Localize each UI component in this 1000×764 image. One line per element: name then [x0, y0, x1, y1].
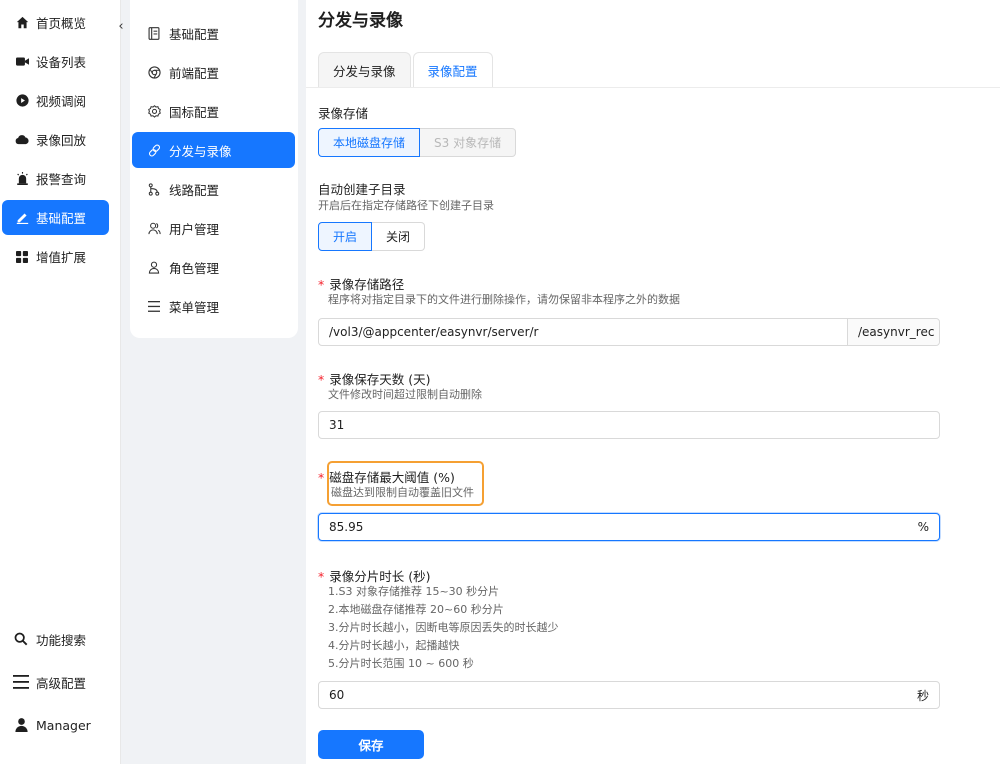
tabs-divider	[306, 87, 1000, 88]
tabs: 分发与录像 录像配置	[318, 52, 495, 88]
alarm-icon	[15, 172, 29, 186]
nav-item-label: 增值扩展	[36, 250, 87, 265]
nav-item-basic-config[interactable]: 基础配置	[2, 200, 109, 235]
required-mark: *	[318, 372, 325, 387]
nav-item-alarm[interactable]: 报警查询	[2, 161, 109, 196]
threshold-input[interactable]: 85.95 %	[318, 513, 940, 541]
auto-subdir-on[interactable]: 开启	[318, 222, 373, 251]
required-mark: *	[318, 569, 325, 584]
save-button[interactable]: 保存	[318, 730, 424, 759]
submenu-item-label: 基础配置	[169, 26, 220, 42]
nav-item-label: 高级配置	[36, 675, 87, 691]
nav-item-label: 视频调阅	[36, 94, 87, 109]
user-icon	[13, 717, 29, 733]
segment-value: 60	[329, 688, 345, 702]
main-nav: ‹ 首页概览 设备列表 视频调阅 录像回放 报警查询 基础配置 增值扩展 功能搜…	[0, 0, 124, 764]
nav-item-label: 功能搜索	[36, 632, 87, 648]
nav-item-home[interactable]: 首页概览	[2, 5, 109, 40]
segment-hint-2: 2.本地磁盘存储推荐 20~60 秒分片	[328, 603, 504, 616]
menu-icon	[13, 674, 29, 690]
submenu-item-gb[interactable]: 国标配置	[132, 93, 295, 129]
segment-suffix: 秒	[916, 688, 929, 703]
submenu-item-label: 线路配置	[169, 182, 220, 198]
users-icon	[147, 221, 161, 235]
nav-item-playback[interactable]: 录像回放	[2, 122, 109, 157]
document-icon	[147, 26, 161, 40]
link-icon	[147, 143, 161, 157]
retention-input[interactable]: 31	[318, 411, 940, 439]
path-addon: /easynvr_rec	[847, 319, 939, 345]
play-circle-icon	[15, 94, 29, 108]
path-input[interactable]: /vol3/@appcenter/easynvr/server/r /easyn…	[318, 318, 940, 346]
chrome-icon	[147, 65, 161, 79]
nav-item-advanced[interactable]: 高级配置	[2, 667, 112, 697]
search-icon	[13, 631, 29, 647]
grid-icon	[15, 250, 29, 264]
required-mark: *	[318, 277, 325, 292]
path-label-text: 录像存储路径	[329, 277, 405, 292]
branch-icon	[147, 182, 161, 196]
config-submenu: 基础配置 前端配置 国标配置 分发与录像 线路配置 用户管理 角色管理 菜单管理	[130, 0, 298, 338]
submenu-item-menus[interactable]: 菜单管理	[132, 288, 295, 324]
segment-hint-5: 5.分片时长范围 10 ~ 600 秒	[328, 657, 474, 670]
auto-subdir-hint: 开启后在指定存储路径下创建子目录	[318, 199, 494, 212]
nav-item-label: 报警查询	[36, 172, 87, 187]
nav-item-video[interactable]: 视频调阅	[2, 83, 109, 118]
required-mark: *	[318, 470, 325, 485]
storage-type-selector: 本地磁盘存储 S3 对象存储	[318, 128, 517, 157]
submenu-item-label: 分发与录像	[169, 143, 232, 159]
camera-icon	[15, 55, 29, 69]
nav-item-devices[interactable]: 设备列表	[2, 44, 109, 79]
person-icon	[147, 260, 161, 274]
tab-distribution[interactable]: 分发与录像	[318, 52, 411, 88]
submenu-item-basic[interactable]: 基础配置	[132, 15, 295, 51]
segment-hint-4: 4.分片时长越小，起播越快	[328, 639, 460, 652]
nav-item-label: Manager	[36, 717, 91, 733]
collapse-chevron-icon[interactable]: ‹	[114, 20, 128, 34]
segment-hint-3: 3.分片时长越小，因断电等原因丢失的时长越少	[328, 621, 559, 634]
segment-input[interactable]: 60 秒	[318, 681, 940, 709]
main-panel: 分发与录像 分发与录像 录像配置 录像存储 本地磁盘存储 S3 对象存储 自动创…	[306, 0, 1000, 764]
threshold-value: 85.95	[329, 520, 364, 534]
nav-item-extensions[interactable]: 增值扩展	[2, 239, 109, 274]
s3-option[interactable]: S3 对象存储	[420, 128, 517, 157]
edit-icon	[15, 211, 29, 225]
submenu-item-label: 国标配置	[169, 104, 220, 120]
home-icon	[15, 16, 29, 30]
highlight-annotation	[327, 461, 484, 506]
submenu-item-label: 前端配置	[169, 65, 220, 81]
nav-item-user[interactable]: Manager	[2, 710, 112, 740]
nav-item-label: 基础配置	[36, 211, 87, 226]
nav-item-label: 录像回放	[36, 133, 87, 148]
submenu-item-label: 用户管理	[169, 221, 220, 237]
submenu-item-users[interactable]: 用户管理	[132, 210, 295, 246]
storage-label: 录像存储	[318, 106, 369, 121]
submenu-item-frontend[interactable]: 前端配置	[132, 54, 295, 90]
segment-hint-1: 1.S3 对象存储推荐 15~30 秒分片	[328, 585, 500, 598]
auto-subdir-toggle: 开启 关闭	[318, 222, 426, 251]
path-value: /vol3/@appcenter/easynvr/server/r	[329, 325, 539, 339]
nav-item-search[interactable]: 功能搜索	[2, 624, 112, 654]
page-title: 分发与录像	[318, 11, 403, 31]
tab-recording-config[interactable]: 录像配置	[412, 52, 493, 88]
submenu-item-roles[interactable]: 角色管理	[132, 249, 295, 285]
threshold-suffix: %	[917, 520, 929, 534]
segment-label-text: 录像分片时长 (秒)	[329, 569, 431, 584]
retention-hint: 文件修改时间超过限制自动删除	[328, 388, 482, 401]
submenu-item-distribution[interactable]: 分发与录像	[132, 132, 295, 168]
auto-subdir-off[interactable]: 关闭	[372, 222, 426, 251]
submenu-item-route[interactable]: 线路配置	[132, 171, 295, 207]
submenu-item-label: 菜单管理	[169, 299, 220, 315]
list-icon	[147, 299, 161, 313]
retention-label-text: 录像保存天数 (天)	[329, 372, 431, 387]
local-disk-option[interactable]: 本地磁盘存储	[318, 128, 421, 157]
auto-subdir-label: 自动创建子目录	[318, 182, 406, 197]
path-hint: 程序将对指定目录下的文件进行删除操作，请勿保留非本程序之外的数据	[328, 293, 680, 306]
nav-item-label: 设备列表	[36, 55, 87, 70]
gear-icon	[147, 104, 161, 118]
nav-item-label: 首页概览	[36, 16, 87, 31]
retention-value: 31	[329, 418, 345, 432]
submenu-item-label: 角色管理	[169, 260, 220, 276]
cloud-icon	[15, 133, 29, 147]
